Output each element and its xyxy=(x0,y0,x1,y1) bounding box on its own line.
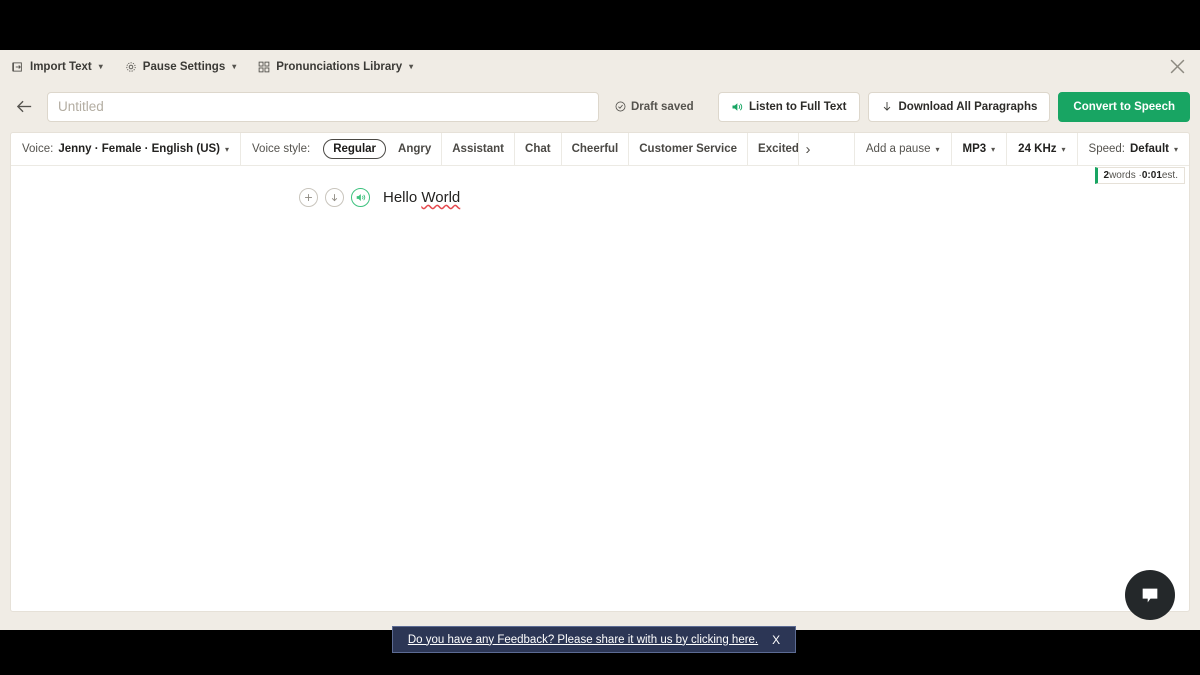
output-options: Add a pause ▾ MP3 ▾ 24 KHz ▾ Speed: Defa… xyxy=(853,133,1189,165)
audio-format-selector[interactable]: MP3 ▾ xyxy=(952,133,1008,165)
download-all-paragraphs-button[interactable]: Download All Paragraphs xyxy=(867,91,1051,122)
download-paragraph-icon[interactable] xyxy=(325,188,344,207)
download-button-label: Download All Paragraphs xyxy=(898,100,1038,113)
paragraph-text[interactable]: Hello World xyxy=(383,189,460,206)
menu-item-import-text[interactable]: Import Text ▾ xyxy=(12,61,103,73)
add-paragraph-icon[interactable] xyxy=(299,188,318,207)
header-actions: Listen to Full Text Download All Paragra… xyxy=(717,91,1190,122)
gear-icon xyxy=(125,61,137,73)
voice-style-assistant[interactable]: Assistant xyxy=(442,133,516,165)
sample-rate-selector[interactable]: 24 KHz ▾ xyxy=(1007,133,1078,165)
draft-saved-label: Draft saved xyxy=(631,100,694,113)
menu-item-pronunciations-library[interactable]: Pronunciations Library ▾ xyxy=(258,61,413,73)
voice-style-regular[interactable]: Regular xyxy=(323,139,387,159)
speaker-icon xyxy=(731,101,743,113)
duration-unit: est. xyxy=(1161,170,1178,181)
voice-style-group: Voice style: Regular Angry Assistant Cha… xyxy=(241,133,800,165)
voice-style-next-icon[interactable]: › xyxy=(799,133,818,165)
chevron-down-icon: ▾ xyxy=(1173,144,1178,154)
back-arrow-icon[interactable] xyxy=(8,91,40,123)
voice-style-label-wrap: Voice style: xyxy=(241,143,321,155)
chevron-down-icon: ▾ xyxy=(98,62,103,71)
speed-selector[interactable]: Speed: Default ▾ xyxy=(1078,133,1189,165)
style-label: Regular xyxy=(333,143,377,155)
style-label: Angry xyxy=(398,143,432,155)
menu-item-label: Pause Settings xyxy=(142,60,226,73)
style-label: Customer Service xyxy=(639,143,738,155)
import-text-icon xyxy=(12,61,24,73)
top-menubar: Import Text ▾ Pause Settings ▾ Pronuncia… xyxy=(0,50,1200,83)
chevron-down-icon: ▾ xyxy=(409,62,414,71)
menu-item-pause-settings[interactable]: Pause Settings ▾ xyxy=(125,61,236,73)
voice-value: Jenny · Female · English (US) xyxy=(58,143,220,155)
feedback-close-icon[interactable]: X xyxy=(772,634,780,646)
voice-style-excited[interactable]: Excited xyxy=(748,133,799,165)
menu-item-label: Pronunciations Library xyxy=(276,60,403,73)
style-label: Assistant xyxy=(452,143,505,155)
listen-to-full-text-button[interactable]: Listen to Full Text xyxy=(717,91,860,122)
editor-header: Draft saved Listen to Full Text xyxy=(0,83,1200,130)
download-icon xyxy=(881,100,893,113)
close-icon[interactable] xyxy=(1164,54,1190,80)
feedback-banner: Do you have any Feedback? Please share i… xyxy=(392,626,796,653)
chevron-down-icon: ▾ xyxy=(991,144,996,154)
duration-value: 0:01 xyxy=(1141,170,1162,181)
chevron-down-icon: ▾ xyxy=(232,62,237,71)
check-circle-icon xyxy=(615,101,626,112)
speed-label: Speed: xyxy=(1088,143,1125,155)
application-window: Import Text ▾ Pause Settings ▾ Pronuncia… xyxy=(0,50,1200,653)
feedback-link[interactable]: Do you have any Feedback? Please share i… xyxy=(408,634,758,646)
chevron-down-icon: ▾ xyxy=(935,144,940,154)
voice-style-cheerful[interactable]: Cheerful xyxy=(562,133,630,165)
voice-label: Voice: xyxy=(22,143,54,155)
word-count-badge: 2 words · 0:01 est. xyxy=(1094,167,1185,184)
play-paragraph-icon[interactable] xyxy=(351,188,370,207)
draft-saved-status: Draft saved xyxy=(615,101,694,113)
audio-format-value: MP3 xyxy=(962,143,987,155)
voice-style-customer-service[interactable]: Customer Service xyxy=(629,133,749,165)
voice-selector[interactable]: Voice: Jenny · Female · English (US) ▾ xyxy=(11,133,242,165)
voice-style-label: Voice style: xyxy=(252,143,311,155)
style-label: Cheerful xyxy=(571,143,619,155)
add-pause-label: Add a pause xyxy=(865,143,931,155)
convert-button-label: Convert to Speech xyxy=(1073,100,1175,113)
paragraph-text-misspelled: World xyxy=(421,189,461,206)
menu-item-label: Import Text xyxy=(30,60,92,73)
editor-card: Voice: Jenny · Female · English (US) ▾ V… xyxy=(10,132,1190,612)
word-count-unit: words · xyxy=(1109,170,1142,181)
style-label: Chat xyxy=(525,143,551,155)
chat-support-button[interactable] xyxy=(1125,570,1175,620)
sample-rate-value: 24 KHz xyxy=(1018,143,1057,155)
chat-bubble-icon xyxy=(1142,588,1158,603)
listen-button-label: Listen to Full Text xyxy=(748,100,847,113)
paragraph-text-plain: Hello xyxy=(383,189,422,206)
paragraph-row: Hello World xyxy=(11,166,1189,207)
chevron-down-icon: ▾ xyxy=(1061,144,1066,154)
style-label: Excited xyxy=(758,143,799,155)
convert-to-speech-button[interactable]: Convert to Speech xyxy=(1058,91,1190,122)
speed-value: Default xyxy=(1130,143,1169,155)
add-a-pause-button[interactable]: Add a pause ▾ xyxy=(853,133,952,165)
voice-style-angry[interactable]: Angry xyxy=(388,133,443,165)
voice-options-toolbar: Voice: Jenny · Female · English (US) ▾ V… xyxy=(11,133,1189,184)
chevron-down-icon: ▾ xyxy=(225,144,230,154)
voice-style-chat[interactable]: Chat xyxy=(515,133,562,165)
grid-icon xyxy=(258,61,270,73)
document-title-input[interactable] xyxy=(47,91,599,122)
